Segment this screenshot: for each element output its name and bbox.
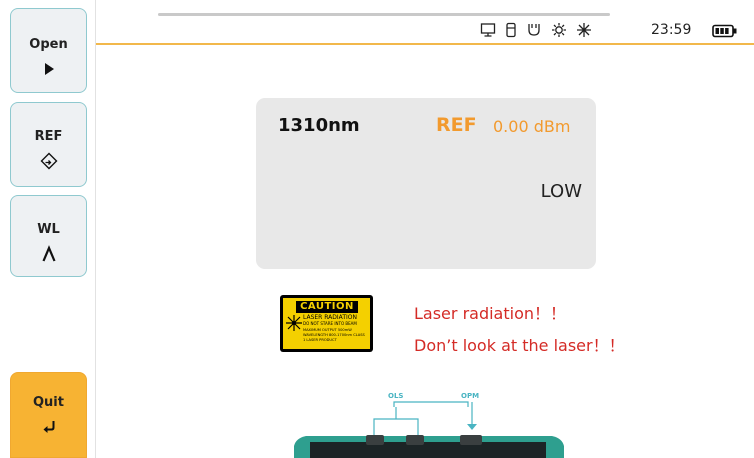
wl-button[interactable]: WL (10, 195, 87, 277)
device-top-dark (310, 442, 546, 458)
opm-arrow-icon (467, 424, 477, 430)
ols-port-2 (406, 435, 424, 445)
device-diagram (294, 401, 564, 458)
opm-port (460, 435, 482, 445)
open-button[interactable]: Open (10, 8, 87, 93)
caution-line-2: DO NOT STARE INTO BEAM (303, 321, 357, 326)
laser-starburst-icon (286, 315, 302, 331)
wl-button-label: WL (37, 222, 60, 237)
diamond-arrow-icon (40, 152, 57, 170)
sidebar: Open REF WL Quit (0, 0, 96, 458)
caution-line-1: LASER RADIATION (303, 314, 357, 321)
usb-drive-icon (506, 22, 516, 38)
play-triangle-icon (44, 63, 54, 75)
ref-label: REF (436, 114, 477, 136)
gear-sun-icon (552, 23, 566, 37)
monitor-icon (480, 23, 496, 37)
battery-full-icon (712, 24, 737, 38)
wavelength-value: 1310nm (278, 115, 360, 136)
ref-button[interactable]: REF (10, 102, 87, 187)
status-bar-divider (96, 43, 754, 45)
caution-laser-label: CAUTION LASER RADIATION DO NOT STARE INT… (280, 295, 373, 352)
laser-warning-line-1: Laser radiation！！ (414, 304, 567, 323)
measurement-panel: 1310nm REF 0.00 dBm LOW (256, 98, 596, 269)
plug-icon (528, 24, 540, 36)
caution-label-body: CAUTION LASER RADIATION DO NOT STARE INT… (283, 298, 370, 349)
quit-button-label: Quit (33, 395, 64, 410)
caution-line-3: MAXIMUM OUTPUT 500mW WAVELENGTH 800-1700… (303, 328, 365, 342)
ref-value: 0.00 dBm (493, 117, 571, 136)
clock: 23:59 (651, 22, 692, 38)
quit-button[interactable]: Quit (10, 372, 87, 458)
lambda-icon (41, 245, 56, 262)
ols-port-1 (366, 435, 384, 445)
status-icons (480, 20, 601, 40)
power-level-reading: LOW (540, 181, 582, 202)
open-button-label: Open (29, 37, 68, 52)
caution-title: CAUTION (296, 301, 358, 313)
port-connector-lines (373, 401, 473, 435)
laser-warning-line-2: Don’t look at the laser！！ (414, 336, 625, 355)
top-progress-line (158, 13, 610, 16)
return-arrow-icon (43, 421, 54, 433)
ref-button-label: REF (34, 129, 63, 144)
sun-icon (577, 23, 591, 37)
